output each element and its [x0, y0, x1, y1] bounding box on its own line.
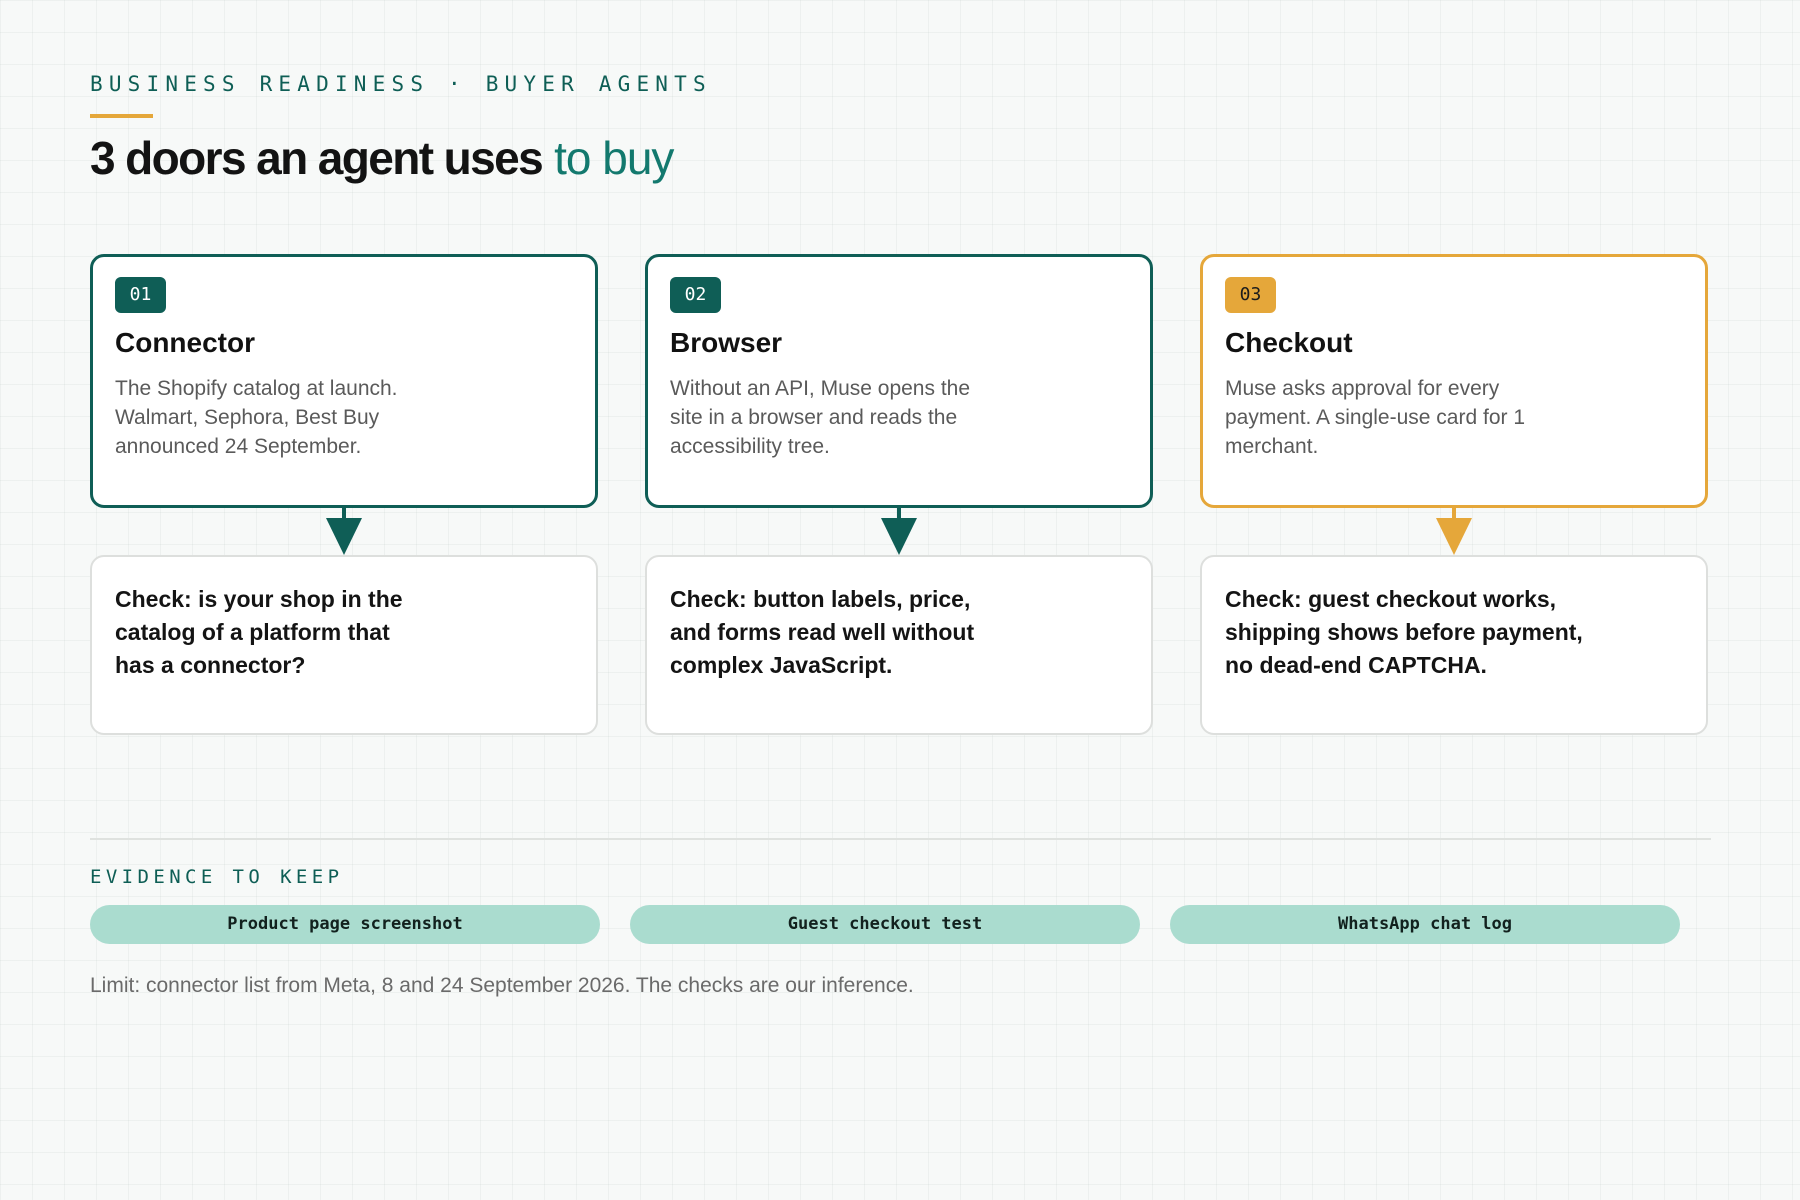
- evidence-pill-checkout-test: Guest checkout test: [630, 905, 1140, 944]
- readiness-page: BUSINESS READINESS · BUYER AGENTS 3 door…: [90, 0, 1711, 1200]
- page-title: 3 doors an agent uses to buy: [90, 131, 674, 185]
- title-accent: to buy: [554, 132, 674, 184]
- door-number-badge: 02: [670, 277, 721, 313]
- evidence-pill-chat-log: WhatsApp chat log: [1170, 905, 1680, 944]
- arrow-down-icon: [881, 508, 917, 555]
- door-title: Browser: [670, 327, 783, 358]
- door-card-connector: 01 Connector The Shopify catalog at laun…: [90, 254, 598, 508]
- check-text: Check: guest checkout works, shipping sh…: [1225, 586, 1583, 678]
- arrow-down-icon: [326, 508, 362, 555]
- title-main: 3 doors an agent uses: [90, 132, 544, 184]
- door-description: The Shopify catalog at launch. Walmart, …: [115, 377, 398, 458]
- arrow-down-icon: [1436, 508, 1472, 555]
- door-number-badge: 03: [1225, 277, 1276, 313]
- door-card-checkout: 03 Checkout Muse asks approval for every…: [1200, 254, 1708, 508]
- door-title: Checkout: [1225, 327, 1353, 358]
- evidence-label: EVIDENCE TO KEEP: [90, 866, 344, 888]
- door-title: Connector: [115, 327, 255, 358]
- check-card-checkout: Check: guest checkout works, shipping sh…: [1200, 555, 1708, 735]
- evidence-pill-screenshot: Product page screenshot: [90, 905, 600, 944]
- door-description: Without an API, Muse opens the site in a…: [670, 377, 971, 458]
- check-text: Check: is your shop in the catalog of a …: [115, 586, 403, 678]
- eyebrow-underline: [90, 114, 153, 118]
- section-divider: [90, 838, 1711, 840]
- door-card-browser: 02 Browser Without an API, Muse opens th…: [645, 254, 1153, 508]
- check-card-connector: Check: is your shop in the catalog of a …: [90, 555, 598, 735]
- door-number-badge: 01: [115, 277, 166, 313]
- check-card-browser: Check: button labels, price, and forms r…: [645, 555, 1153, 735]
- check-text: Check: button labels, price, and forms r…: [670, 586, 975, 678]
- eyebrow-label: BUSINESS READINESS · BUYER AGENTS: [90, 72, 712, 96]
- door-description: Muse asks approval for every payment. A …: [1225, 377, 1525, 458]
- limit-note: Limit: connector list from Meta, 8 and 2…: [90, 974, 914, 997]
